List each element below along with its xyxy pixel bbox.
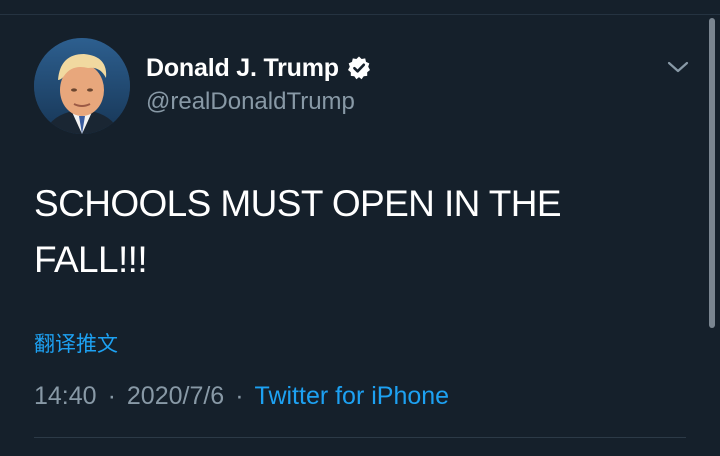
meta-separator: ·	[235, 382, 244, 410]
author-name-row[interactable]: Donald J. Trump	[146, 52, 372, 84]
scrollbar[interactable]	[709, 18, 715, 328]
verified-badge-icon	[346, 55, 372, 81]
tweet-text: SCHOOLS MUST OPEN IN THE FALL!!!	[34, 183, 562, 280]
tweet-meta: 14:40 · 2020/7/6 · Twitter for iPhone	[34, 382, 449, 411]
display-name[interactable]: Donald J. Trump	[146, 54, 339, 83]
bottom-divider	[34, 437, 686, 438]
avatar-image	[34, 38, 130, 134]
avatar[interactable]	[34, 38, 130, 134]
tweet-source-link[interactable]: Twitter for iPhone	[255, 382, 450, 411]
tweet: Donald J. Trump @realDonaldTrump SCHOOLS…	[0, 0, 720, 456]
meta-separator: ·	[107, 382, 116, 410]
handle[interactable]: @realDonaldTrump	[146, 88, 355, 116]
tweet-date[interactable]: 2020/7/6	[127, 382, 224, 411]
chevron-down-icon[interactable]	[665, 56, 691, 78]
tweet-time[interactable]: 14:40	[34, 382, 97, 411]
translate-tweet-link[interactable]: 翻译推文	[34, 328, 118, 358]
